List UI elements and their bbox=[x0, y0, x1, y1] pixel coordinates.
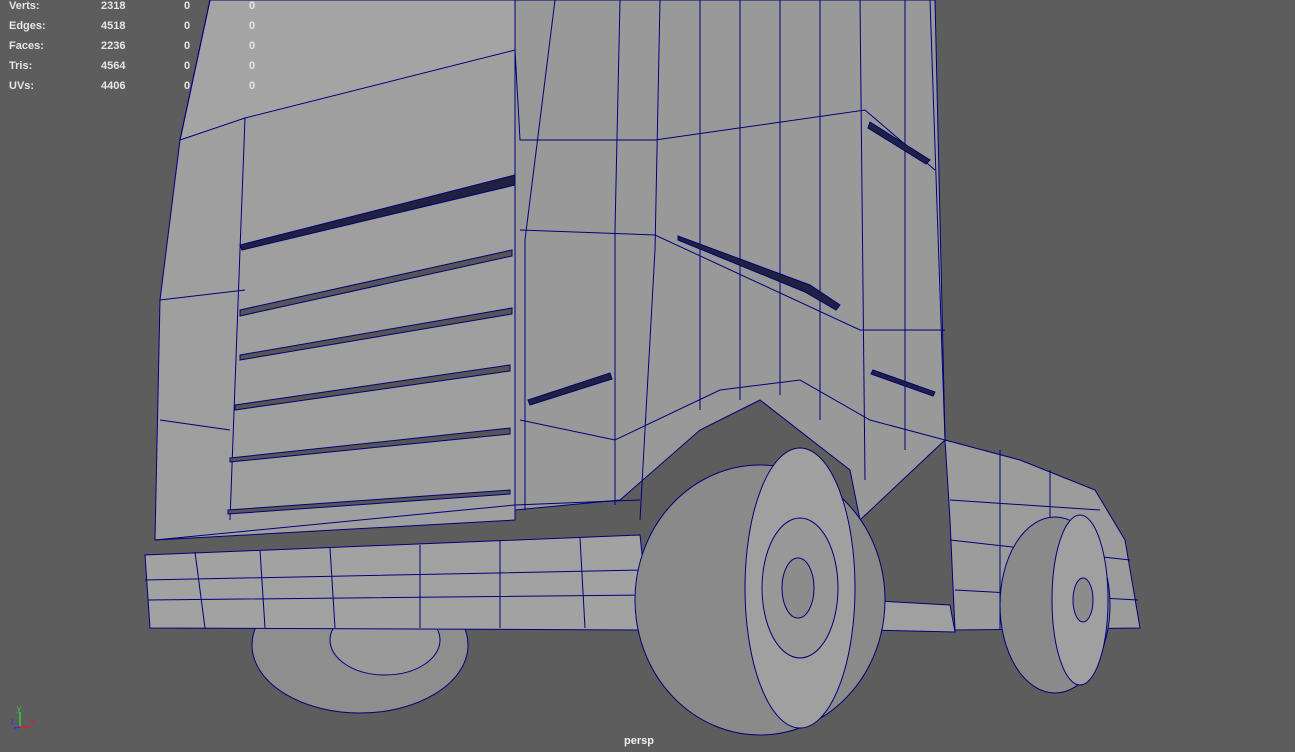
axis-x-label: x bbox=[31, 717, 35, 726]
hud-selected: 0 bbox=[184, 0, 191, 12]
poly-count-hud: Verts: 2318 0 0 Edges: 4518 0 0 Faces: 2236 0 0 T… bbox=[9, 0, 279, 100]
hud-selected: 0 bbox=[184, 40, 191, 52]
axis-z-label: z bbox=[10, 717, 14, 726]
hud-selected: 0 bbox=[184, 80, 191, 92]
axis-gizmo-icon: y x z bbox=[10, 704, 35, 729]
hud-selected: 0 bbox=[184, 60, 191, 72]
hud-row-faces: Faces: 2236 0 0 bbox=[9, 40, 279, 60]
hud-label: Tris: bbox=[9, 60, 33, 72]
hud-label: Edges: bbox=[9, 20, 46, 32]
hud-total: 4564 bbox=[101, 60, 126, 72]
hud-total: 4406 bbox=[101, 80, 126, 92]
hud-row-verts: Verts: 2318 0 0 bbox=[9, 0, 279, 20]
hud-third: 0 bbox=[249, 80, 256, 92]
hud-total: 2318 bbox=[101, 0, 126, 12]
hud-label: UVs: bbox=[9, 80, 35, 92]
wheel-hub bbox=[781, 557, 815, 619]
hud-label: Verts: bbox=[9, 0, 40, 12]
front-bumper bbox=[144, 534, 651, 631]
hud-label: Faces: bbox=[9, 40, 44, 52]
hud-third: 0 bbox=[249, 60, 256, 72]
hud-row-uvs: UVs: 4406 0 0 bbox=[9, 80, 279, 100]
hud-third: 0 bbox=[249, 40, 256, 52]
camera-name-label: persp bbox=[624, 735, 654, 747]
hud-total: 2236 bbox=[101, 40, 126, 52]
hud-total: 4518 bbox=[101, 20, 126, 32]
hud-row-tris: Tris: 4564 0 0 bbox=[9, 60, 279, 80]
hud-third: 0 bbox=[249, 0, 256, 12]
hud-row-edges: Edges: 4518 0 0 bbox=[9, 20, 279, 40]
hud-third: 0 bbox=[249, 20, 256, 32]
3d-viewport[interactable] bbox=[0, 0, 1295, 752]
axis-y-label: y bbox=[17, 704, 21, 713]
hud-selected: 0 bbox=[184, 20, 191, 32]
